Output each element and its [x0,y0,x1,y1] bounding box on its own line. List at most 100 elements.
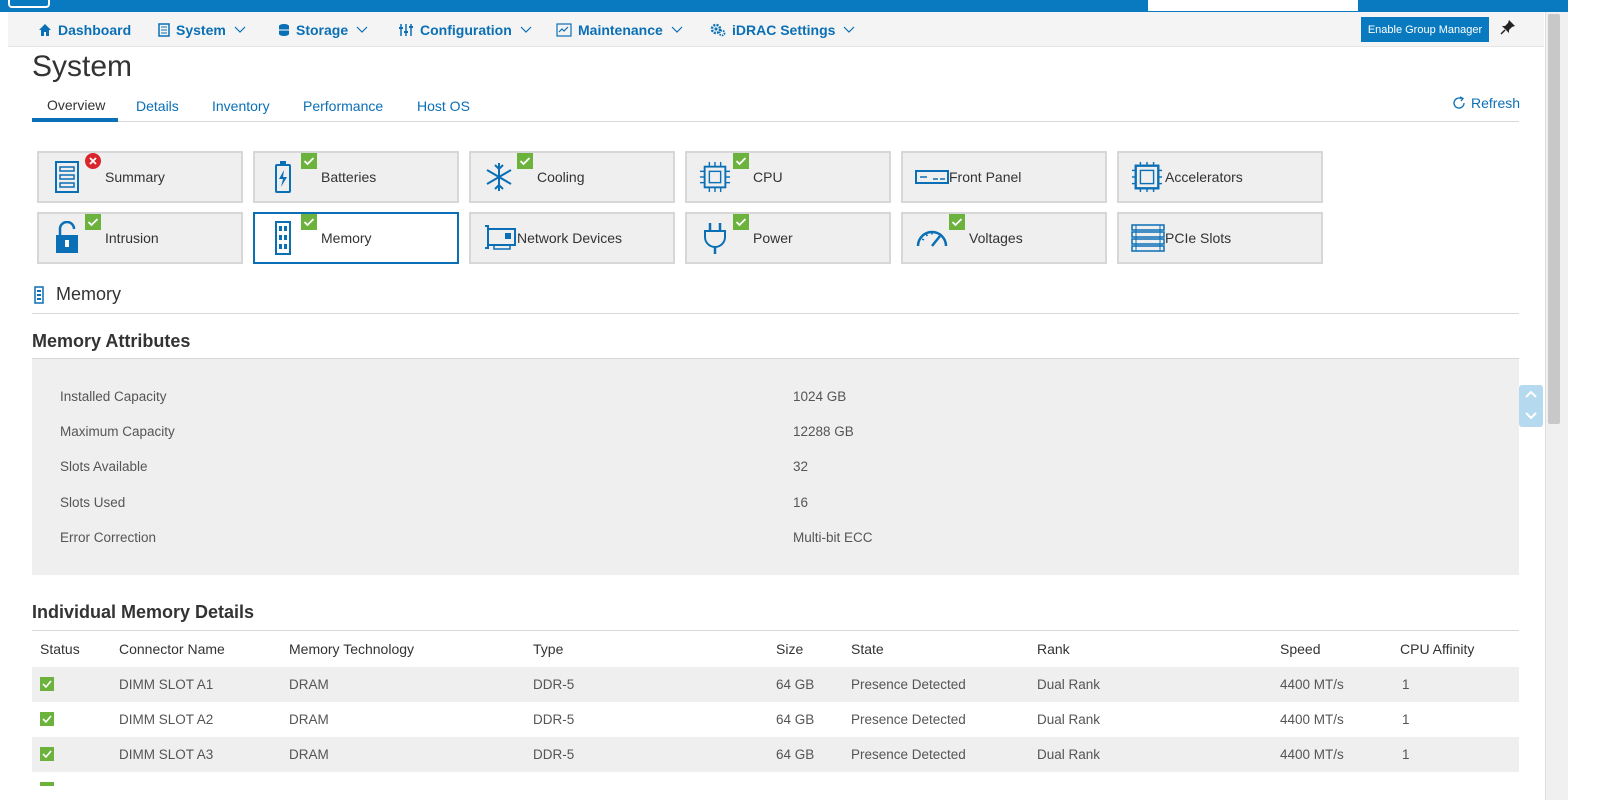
nav-idrac-settings[interactable]: iDRAC Settings [710,12,855,47]
system-icon [158,22,170,37]
cell-speed: 4400 MT/s [1280,677,1344,692]
ok-status-icon [733,153,749,169]
nav-label: System [176,21,226,38]
front-panel-icon [915,159,949,195]
pin-icon[interactable] [1500,19,1516,37]
storage-icon [279,23,289,36]
attr-label: Slots Used [60,495,126,510]
tile-cooling[interactable]: Cooling [469,151,675,203]
memory-attributes-heading: Memory Attributes [32,331,191,351]
top-banner [0,0,1568,12]
cell-technology: DRAM [289,747,329,762]
cell-type: DDR-5 [533,747,575,762]
tab-inventory[interactable]: Inventory [212,98,270,114]
cell-speed: 4400 MT/s [1280,747,1344,762]
ok-status-icon [949,214,965,230]
tile-memory[interactable]: Memory [253,212,459,264]
refresh-icon [1453,96,1465,109]
tab-host-os[interactable]: Host OS [417,98,470,114]
tile-cpu[interactable]: CPU [685,151,891,203]
column-header[interactable]: Rank [1037,641,1070,657]
cell-state: Presence Detected [851,712,966,727]
tile-label: Front Panel [949,169,1022,185]
nav-system[interactable]: System [158,12,246,47]
tile-pcie-slots[interactable]: PCIe Slots [1117,212,1323,264]
table-row[interactable]: DIMM SLOT A1 DRAM DDR-5 64 GB Presence D… [32,667,1519,702]
nav-maintenance[interactable]: Maintenance [556,12,683,47]
cell-rank: Dual Rank [1037,712,1101,727]
table-header-row: Status Connector Name Memory Technology … [32,631,1519,666]
chevron-down-icon [356,26,368,33]
scroll-top-bottom-buttons[interactable] [1519,385,1543,427]
table-row[interactable]: DIMM SLOT A2 DRAM DDR-5 64 GB Presence D… [32,702,1519,737]
column-header[interactable]: Size [776,641,803,657]
column-header[interactable]: State [851,641,884,657]
table-row[interactable]: DIMM SLOT A3 DRAM DDR-5 64 GB Presence D… [32,737,1519,772]
search-input[interactable] [1148,0,1358,11]
ok-status-icon [301,153,317,169]
nav-label: Maintenance [578,21,663,38]
ok-status-icon [517,153,533,169]
tile-power[interactable]: Power [685,212,891,264]
individual-memory-details-heading: Individual Memory Details [32,602,255,622]
tile-label: Cooling [537,169,585,185]
cell-affinity: 1 [1402,712,1410,727]
enable-group-manager-button[interactable]: Enable Group Manager [1361,17,1489,42]
refresh-button[interactable]: Refresh [1452,95,1520,111]
battery-icon [267,159,299,195]
chevron-down-icon[interactable] [1524,411,1538,421]
tile-label: Summary [105,169,165,185]
column-header[interactable]: Memory Technology [289,641,414,657]
home-icon [39,23,51,36]
tile-label: Power [753,230,793,246]
logo [8,0,50,8]
refresh-label: Refresh [1471,95,1521,111]
cell-size: 64 GB [776,747,815,762]
ok-status-icon [301,214,317,230]
tile-label: PCIe Slots [1165,230,1232,246]
column-header[interactable]: Connector Name [119,641,225,657]
cell-connector: DIMM SLOT A3 [119,747,214,762]
nav-label: Dashboard [58,21,132,38]
tile-batteries[interactable]: Batteries [253,151,459,203]
column-header[interactable]: Speed [1280,641,1320,657]
tile-accelerators[interactable]: Accelerators [1117,151,1323,203]
tile-network-devices[interactable]: Network Devices [469,212,675,264]
column-header[interactable]: Type [533,641,563,657]
tab-performance[interactable]: Performance [303,98,383,114]
scrollbar-thumb[interactable] [1548,14,1560,424]
memory-icon [267,220,299,256]
ok-status-icon [85,214,101,230]
nav-dashboard[interactable]: Dashboard [38,12,131,47]
tile-intrusion[interactable]: Intrusion [37,212,243,264]
cell-technology: DRAM [289,677,329,692]
tile-label: CPU [753,169,783,185]
tile-front-panel[interactable]: Front Panel [901,151,1107,203]
chevron-up-icon[interactable] [1524,389,1538,399]
divider [32,313,1519,314]
cpu-icon [699,159,731,195]
nav-configuration[interactable]: Configuration [398,12,532,47]
tile-voltages[interactable]: Voltages [901,212,1107,264]
cell-technology: DRAM [289,712,329,727]
cell-size: 64 GB [776,712,815,727]
column-header[interactable]: CPU Affinity [1400,641,1474,657]
cell-state: Presence Detected [851,677,966,692]
nav-storage[interactable]: Storage [278,12,368,47]
attr-value: 12288 GB [793,424,854,439]
tile-label: Accelerators [1165,169,1243,185]
tile-summary[interactable]: Summary [37,151,243,203]
column-header[interactable]: Status [40,641,80,657]
attr-value: Multi-bit ECC [793,530,873,545]
cell-rank: Dual Rank [1037,677,1101,692]
gears-icon [710,23,726,36]
attr-value: 16 [793,495,809,510]
pcie-icon [1131,220,1165,256]
tab-bar: Overview Details Inventory Performance H… [32,92,1519,122]
ok-status-icon [733,214,749,230]
tile-label: Voltages [969,230,1023,246]
cell-speed: 4400 MT/s [1280,712,1344,727]
tab-details[interactable]: Details [136,98,179,114]
active-tab-indicator [32,118,118,122]
tab-overview[interactable]: Overview [47,97,105,113]
